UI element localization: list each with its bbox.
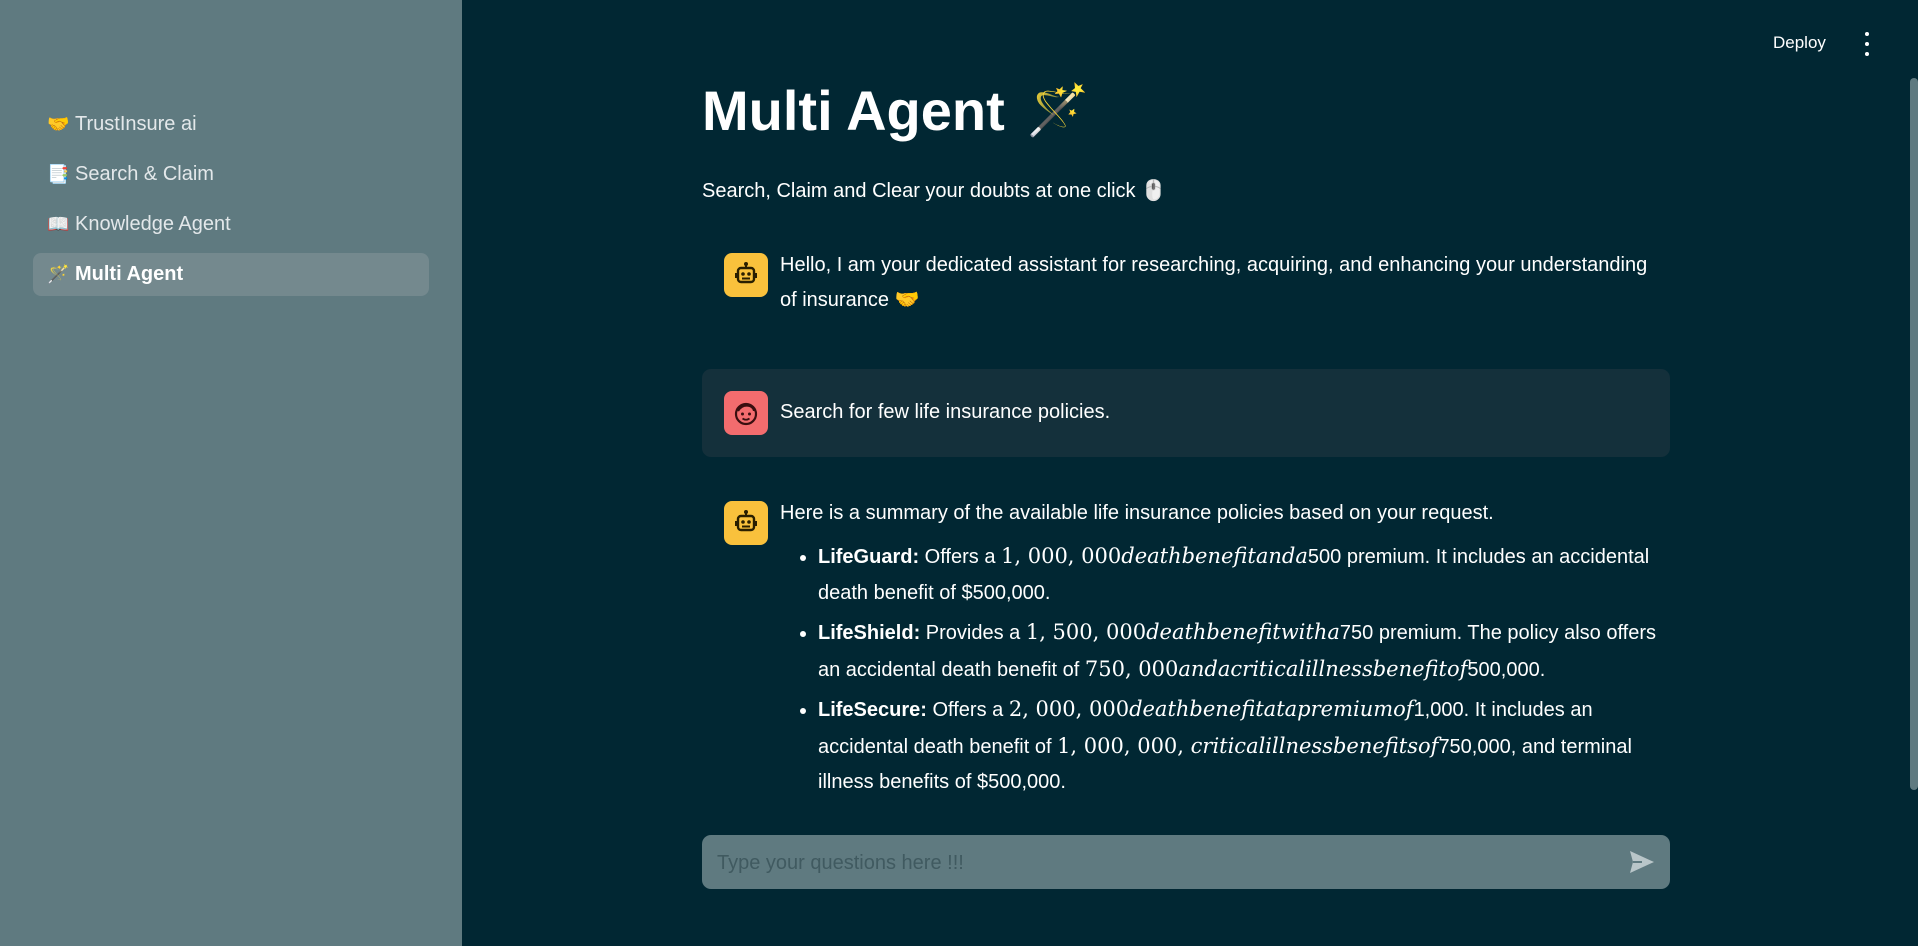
- bot-avatar-icon: [724, 501, 768, 545]
- math-span: 1, 000, 000, criticalillnessbenefitsof: [1057, 734, 1438, 758]
- magic-wand-icon: 🪄: [1026, 82, 1090, 138]
- math-number: 1, 500, 000: [1025, 620, 1147, 644]
- handshake-icon: 🤝: [47, 114, 70, 134]
- handshake-icon: 🤝: [894, 289, 920, 311]
- bot-avatar-icon: [724, 253, 768, 297]
- sidebar-nav: 🤝 TrustInsure ai 📑 Search & Claim 📖 Know…: [33, 103, 429, 303]
- page-subtitle: Search, Claim and Clear your doubts at o…: [702, 178, 1166, 203]
- page-title: Multi Agent 🪄: [702, 78, 1089, 143]
- magic-wand-icon: 🪄: [47, 264, 70, 284]
- math-number: 750, 000: [1084, 656, 1179, 681]
- chat-input[interactable]: [715, 835, 1599, 891]
- math-text: criticalillnessbenefitsof: [1190, 733, 1439, 758]
- message-text: Search for few life insurance policies.: [780, 401, 1111, 423]
- list-item: LifeSecure: Offers a 2, 000, 000deathben…: [818, 692, 1660, 801]
- math-span: 1, 000, 000deathbenefitanda: [1001, 544, 1308, 568]
- sidebar-item-label: Multi Agent: [75, 263, 184, 285]
- math-number: 1, 000, 000: [1001, 544, 1122, 568]
- list-item: LifeShield: Provides a 1, 500, 000deathb…: [818, 615, 1660, 688]
- math-text: andacriticalillnessbenefitof: [1178, 656, 1468, 681]
- sidebar-item-label: TrustInsure ai: [75, 113, 197, 135]
- policy-list: LifeGuard: Offers a 1, 000, 000deathbene…: [780, 539, 1660, 801]
- main-menu-icon[interactable]: [1861, 32, 1873, 56]
- assistant-message: Hello, I am your dedicated assistant for…: [702, 248, 1670, 332]
- assistant-message: Here is a summary of the available life …: [702, 496, 1670, 816]
- chat-input-container: [702, 835, 1670, 891]
- math-text: deathbenefitanda: [1121, 544, 1308, 568]
- sidebar-item-label: Search & Claim: [75, 163, 214, 185]
- policy-name: LifeShield:: [818, 622, 921, 644]
- sidebar-item-search-claim[interactable]: 📑 Search & Claim: [33, 153, 429, 196]
- sidebar-item-trustinsure-ai[interactable]: 🤝 TrustInsure ai: [33, 103, 429, 146]
- policy-text: Offers a: [926, 699, 1009, 721]
- message-text: Here is a summary of the available life …: [780, 496, 1660, 805]
- user-avatar-icon: [724, 391, 768, 435]
- math-number: 1, 000, 000,: [1057, 733, 1191, 758]
- policy-name: LifeGuard:: [818, 546, 920, 568]
- user-message: Search for few life insurance policies.: [702, 369, 1670, 457]
- document-icon: 📑: [47, 164, 70, 184]
- send-icon[interactable]: [1628, 849, 1656, 875]
- message-text: Hello, I am your dedicated assistant for…: [780, 248, 1660, 318]
- math-span: 1, 500, 000deathbenefitwitha: [1026, 620, 1340, 644]
- open-book-icon: 📖: [47, 214, 70, 234]
- sidebar-item-knowledge-agent[interactable]: 📖 Knowledge Agent: [33, 203, 429, 246]
- page-title-text: Multi Agent: [702, 79, 1005, 142]
- math-number: 2, 000, 000: [1008, 697, 1130, 721]
- policy-text: Provides a: [920, 622, 1026, 644]
- math-span: 750, 000andacriticalillnessbenefitof: [1085, 657, 1468, 681]
- sidebar-item-label: Knowledge Agent: [75, 213, 231, 235]
- math-span: 2, 000, 000deathbenefitatapremiumof: [1009, 697, 1414, 721]
- math-text: deathbenefitatapremiumof: [1129, 697, 1414, 721]
- sidebar-item-multi-agent[interactable]: 🪄 Multi Agent: [33, 253, 429, 296]
- list-item: LifeGuard: Offers a 1, 000, 000deathbene…: [818, 539, 1660, 611]
- deploy-button[interactable]: Deploy: [1773, 33, 1826, 53]
- scrollbar[interactable]: [1910, 78, 1918, 790]
- math-text: deathbenefitwitha: [1146, 620, 1340, 644]
- policy-name: LifeSecure:: [818, 699, 927, 721]
- policy-text: Offers a: [919, 546, 1002, 568]
- summary-intro: Here is a summary of the available life …: [780, 502, 1494, 524]
- sidebar: 🤝 TrustInsure ai 📑 Search & Claim 📖 Know…: [0, 0, 462, 946]
- policy-text: 500,000.: [1467, 658, 1546, 681]
- page-subtitle-text: Search, Claim and Clear your doubts at o…: [702, 180, 1136, 202]
- mouse-icon: 🖱️: [1141, 180, 1167, 202]
